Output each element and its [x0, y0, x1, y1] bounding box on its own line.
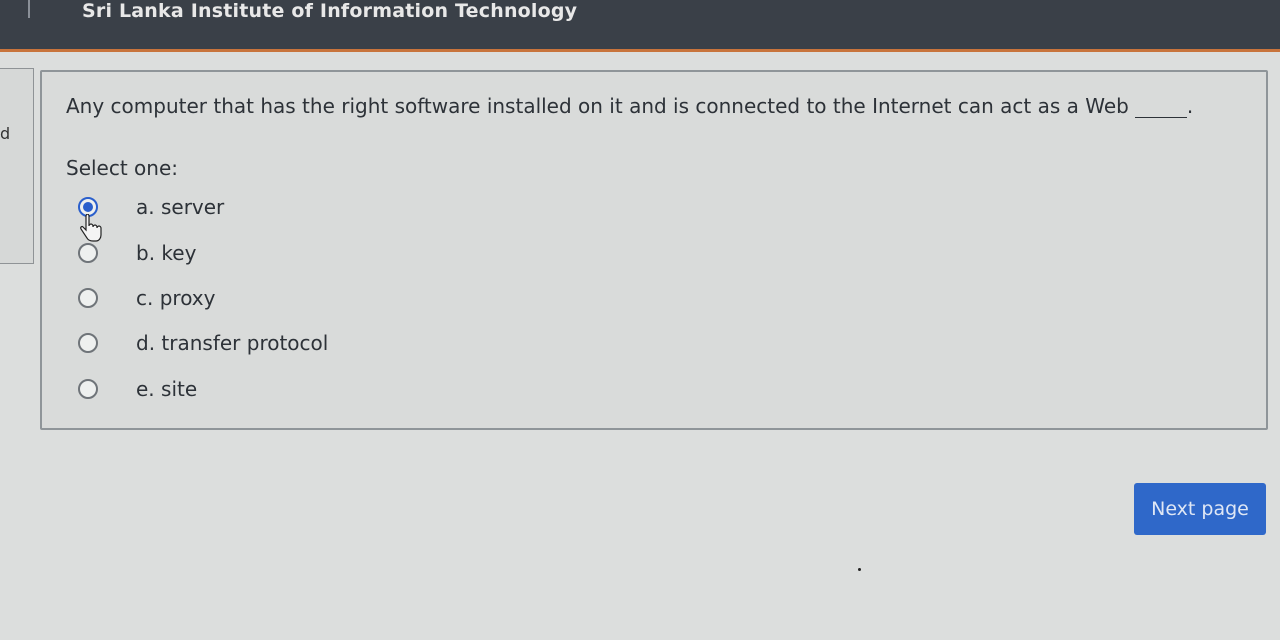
option-c-label[interactable]: c. proxy	[136, 286, 215, 310]
question-card: Any computer that has the right software…	[40, 70, 1268, 430]
option-d[interactable]: d. transfer protocol	[72, 328, 472, 358]
next-page-button[interactable]: Next page	[1134, 483, 1266, 535]
option-c[interactable]: c. proxy	[72, 283, 472, 313]
question-period: .	[1186, 94, 1194, 118]
question-text: Any computer that has the right software…	[66, 94, 1246, 118]
answer-blank	[1134, 100, 1187, 118]
radio-option-d[interactable]	[78, 333, 98, 353]
option-e[interactable]: e. site	[72, 374, 472, 404]
option-e-label[interactable]: e. site	[136, 377, 197, 401]
option-b-label[interactable]: b. key	[136, 241, 196, 265]
question-text-body: Any computer that has the right software…	[66, 94, 1129, 118]
option-d-label[interactable]: d. transfer protocol	[136, 331, 328, 355]
top-header: Sri Lanka Institute of Information Techn…	[0, 0, 1280, 52]
radio-option-e[interactable]	[78, 379, 98, 399]
quiz-info-mark: d	[0, 124, 11, 143]
select-one-label: Select one:	[66, 156, 179, 180]
option-a[interactable]: a. server	[72, 192, 472, 222]
site-title[interactable]: Sri Lanka Institute of Information Techn…	[82, 0, 577, 22]
option-a-label[interactable]: a. server	[136, 195, 224, 219]
radio-option-c[interactable]	[78, 288, 98, 308]
option-b[interactable]: b. key	[72, 238, 472, 268]
quiz-info-panel	[0, 68, 34, 264]
hand-pointer-icon	[80, 213, 104, 250]
screen-speck	[858, 568, 861, 571]
site-logo[interactable]	[0, 0, 30, 18]
